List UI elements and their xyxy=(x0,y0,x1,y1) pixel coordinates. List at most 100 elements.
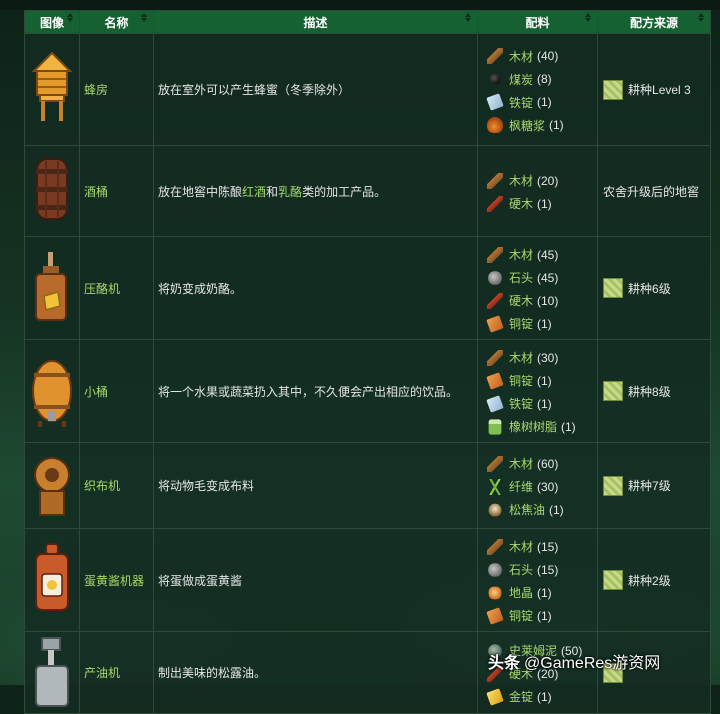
item-name-link[interactable]: 蛋黄酱机器 xyxy=(79,528,154,632)
hardwood-icon[interactable] xyxy=(487,292,503,309)
sort-icon[interactable] xyxy=(698,13,704,22)
ingredient-quantity: (1) xyxy=(537,689,552,704)
ingredient-name-link[interactable]: 铜锭 xyxy=(509,372,533,389)
item-name-link[interactable]: 蜂房 xyxy=(79,33,154,146)
bee-house-icon[interactable] xyxy=(28,51,76,130)
sort-icon[interactable] xyxy=(465,13,471,22)
ingredient-name-link[interactable]: 木材 xyxy=(509,538,533,555)
coal-icon[interactable] xyxy=(489,73,501,85)
farming-skill-icon[interactable] xyxy=(603,475,623,496)
farming-skill-icon[interactable] xyxy=(603,278,623,298)
ingredient-quantity: (1) xyxy=(537,608,552,623)
header-ingredients[interactable]: 配料 xyxy=(477,10,598,34)
recipe-source-cell: 耕种 7级 xyxy=(597,442,711,529)
sort-icon[interactable] xyxy=(141,13,147,22)
description-text: 类的加工产品。 xyxy=(302,184,387,199)
ingredient-name-link[interactable]: 木材 xyxy=(509,48,533,65)
ingredient-name-link[interactable]: 铁锭 xyxy=(509,395,533,412)
sort-icon[interactable] xyxy=(585,13,591,22)
ingredient-name-link[interactable]: 金锭 xyxy=(509,688,533,705)
farming-skill-icon[interactable] xyxy=(603,381,623,401)
oil-maker-icon[interactable] xyxy=(28,637,76,713)
source-skill-link[interactable]: 耕种 xyxy=(628,572,652,589)
oak-resin-icon[interactable] xyxy=(488,418,502,435)
ingredient-item: 松焦油 (1) xyxy=(487,498,593,521)
maple-syrup-icon[interactable] xyxy=(487,117,503,133)
ingredient-name-link[interactable]: 硬木 xyxy=(509,195,533,212)
ingredient-name-link[interactable]: 石头 xyxy=(509,269,533,286)
ingredient-name-link[interactable]: 纤维 xyxy=(509,478,533,495)
header-recipe-source[interactable]: 配方来源 xyxy=(597,10,711,34)
ingredient-name-link[interactable]: 松焦油 xyxy=(509,501,545,518)
pine-tar-icon[interactable] xyxy=(488,503,502,516)
table-row: 织布机 将动物毛变成布料 木材 (60) 纤维 (30) 松焦油 (1) 耕种 7级 xyxy=(24,442,711,529)
wood-icon[interactable] xyxy=(487,172,503,189)
cheese-press-icon[interactable] xyxy=(28,251,76,329)
ingredient-name-link[interactable]: 石头 xyxy=(509,561,533,578)
hardwood-icon[interactable] xyxy=(487,195,503,212)
fiber-icon[interactable] xyxy=(487,478,503,495)
watermark-handle: @GameRes游资网 xyxy=(524,655,661,672)
description-link[interactable]: 红酒 xyxy=(242,185,266,199)
stone-icon[interactable] xyxy=(488,562,502,577)
header-name[interactable]: 名称 xyxy=(79,10,154,34)
ingredient-quantity: (15) xyxy=(537,562,559,577)
farming-skill-icon[interactable] xyxy=(603,570,623,590)
ingredient-name-link[interactable]: 煤炭 xyxy=(509,71,533,88)
ingredient-name-link[interactable]: 木材 xyxy=(509,172,533,189)
ingredient-item: 枫糖浆 (1) xyxy=(487,114,593,137)
image-cell xyxy=(24,145,80,237)
wood-icon[interactable] xyxy=(487,48,503,64)
table-row: 压酪机 将奶变成奶酪。 木材 (45) 石头 (45) 硬木 (10) 铜锭 (1) 耕种 6级 xyxy=(24,236,711,340)
ingredient-name-link[interactable]: 橡树树脂 xyxy=(509,418,557,435)
description-link[interactable]: 乳酪 xyxy=(278,185,302,199)
item-name-link[interactable]: 小桶 xyxy=(79,339,154,443)
ingredient-name-link[interactable]: 铜锭 xyxy=(509,607,533,624)
ingredient-quantity: (60) xyxy=(537,456,559,471)
ingredient-name-link[interactable]: 木材 xyxy=(509,246,533,263)
ingredient-name-link[interactable]: 硬木 xyxy=(509,292,533,309)
ingredient-name-link[interactable]: 铁锭 xyxy=(509,94,533,111)
header-image[interactable]: 图像 xyxy=(24,10,80,34)
ingredient-item: 木材 (40) xyxy=(487,45,593,68)
wood-icon[interactable] xyxy=(487,246,503,263)
item-name-link[interactable]: 产油机 xyxy=(79,631,154,714)
iron-bar-icon[interactable] xyxy=(486,394,504,413)
loom-icon[interactable] xyxy=(28,457,76,526)
header-description[interactable]: 描述 xyxy=(153,10,478,34)
sort-icon[interactable] xyxy=(67,13,73,22)
mayonnaise-machine-icon[interactable] xyxy=(28,542,76,621)
keg-icon[interactable] xyxy=(28,157,76,232)
keg-small-icon[interactable] xyxy=(28,359,76,432)
item-name-link[interactable]: 酒桶 xyxy=(79,145,154,237)
item-name-link[interactable]: 织布机 xyxy=(79,442,154,529)
ingredient-quantity: (20) xyxy=(537,173,559,188)
iron-bar-icon[interactable] xyxy=(486,93,504,111)
wood-icon[interactable] xyxy=(487,349,503,366)
farming-skill-icon[interactable] xyxy=(603,79,623,100)
ingredient-name-link[interactable]: 铜锭 xyxy=(509,315,533,332)
ingredient-quantity: (45) xyxy=(537,247,559,262)
ingredient-name-link[interactable]: 枫糖浆 xyxy=(509,117,545,134)
copper-bar-icon[interactable] xyxy=(486,371,504,390)
source-skill-link[interactable]: 耕种 xyxy=(628,477,652,494)
ingredient-item: 铜锭 (1) xyxy=(486,312,593,335)
item-name-link[interactable]: 压酪机 xyxy=(79,236,154,340)
ingredient-name-link[interactable]: 木材 xyxy=(509,455,533,472)
description-text: 制出美味的松露油。 xyxy=(158,666,267,680)
source-skill-link[interactable]: 耕种 xyxy=(628,81,652,98)
recipe-source-cell: 耕种 2级 xyxy=(597,528,711,632)
wood-icon[interactable] xyxy=(487,455,503,472)
source-skill-link[interactable]: 耕种 xyxy=(628,280,652,297)
earth-crystal-icon[interactable] xyxy=(488,586,502,599)
ingredient-quantity: (40) xyxy=(537,49,559,63)
ingredient-name-link[interactable]: 木材 xyxy=(509,349,533,366)
copper-bar-icon[interactable] xyxy=(486,314,504,333)
gold-bar-icon[interactable] xyxy=(486,687,504,706)
ingredient-name-link[interactable]: 地晶 xyxy=(509,584,533,601)
table-header-row: 图像 名称 描述 配料 配方来源 xyxy=(24,10,711,34)
source-skill-link[interactable]: 耕种 xyxy=(628,383,652,400)
stone-icon[interactable] xyxy=(488,270,502,285)
copper-bar-icon[interactable] xyxy=(486,606,504,625)
wood-icon[interactable] xyxy=(487,538,503,555)
